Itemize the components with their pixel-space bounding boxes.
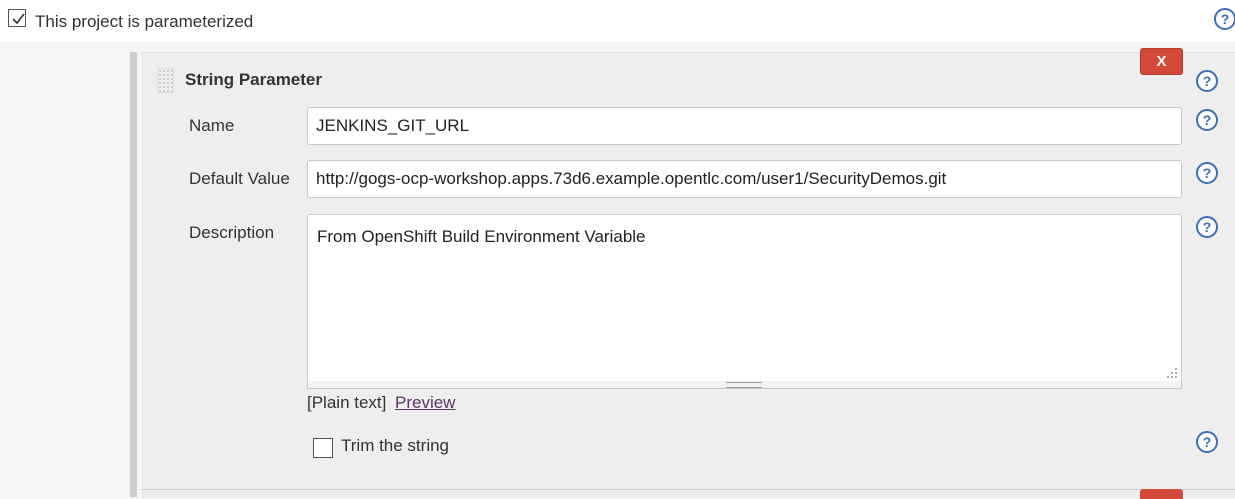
drag-handle-icon[interactable] [157, 68, 174, 93]
delete-next-parameter-button[interactable] [1140, 489, 1183, 499]
preview-link[interactable]: Preview [395, 393, 455, 413]
trim-label: Trim the string [341, 436, 450, 455]
format-label: [Plain text] [307, 393, 387, 412]
help-icon[interactable]: ? [1196, 431, 1218, 453]
parameter-title: String Parameter [185, 70, 322, 89]
help-icon[interactable]: ? [1196, 109, 1218, 131]
help-icon[interactable]: ? [1196, 70, 1218, 92]
svg-text:?: ? [1203, 219, 1212, 235]
svg-text:?: ? [1203, 434, 1212, 450]
section-stripe [130, 52, 137, 497]
default-value-label: Default Value [189, 169, 290, 188]
svg-text:?: ? [1203, 112, 1212, 128]
svg-text:?: ? [1203, 165, 1212, 181]
checkmark-icon [12, 13, 25, 25]
help-icon[interactable]: ? [1196, 162, 1218, 184]
default-value-input[interactable] [307, 160, 1182, 198]
resize-grip-icon[interactable] [1167, 368, 1177, 378]
svg-text:?: ? [1221, 11, 1230, 27]
name-label: Name [189, 116, 235, 135]
parameterized-label: This project is parameterized [35, 12, 254, 31]
svg-text:?: ? [1203, 73, 1212, 89]
description-textarea[interactable]: From OpenShift Build Environment Variabl… [307, 214, 1182, 382]
delete-parameter-button[interactable]: X [1140, 48, 1183, 75]
help-icon[interactable]: ? [1196, 216, 1218, 238]
parameterized-checkbox[interactable] [8, 9, 26, 27]
textarea-resize-handle[interactable] [307, 381, 1182, 389]
trim-checkbox[interactable] [313, 438, 333, 458]
description-label: Description [189, 223, 275, 242]
name-input[interactable] [307, 107, 1182, 145]
help-icon[interactable]: ? [1214, 8, 1235, 30]
